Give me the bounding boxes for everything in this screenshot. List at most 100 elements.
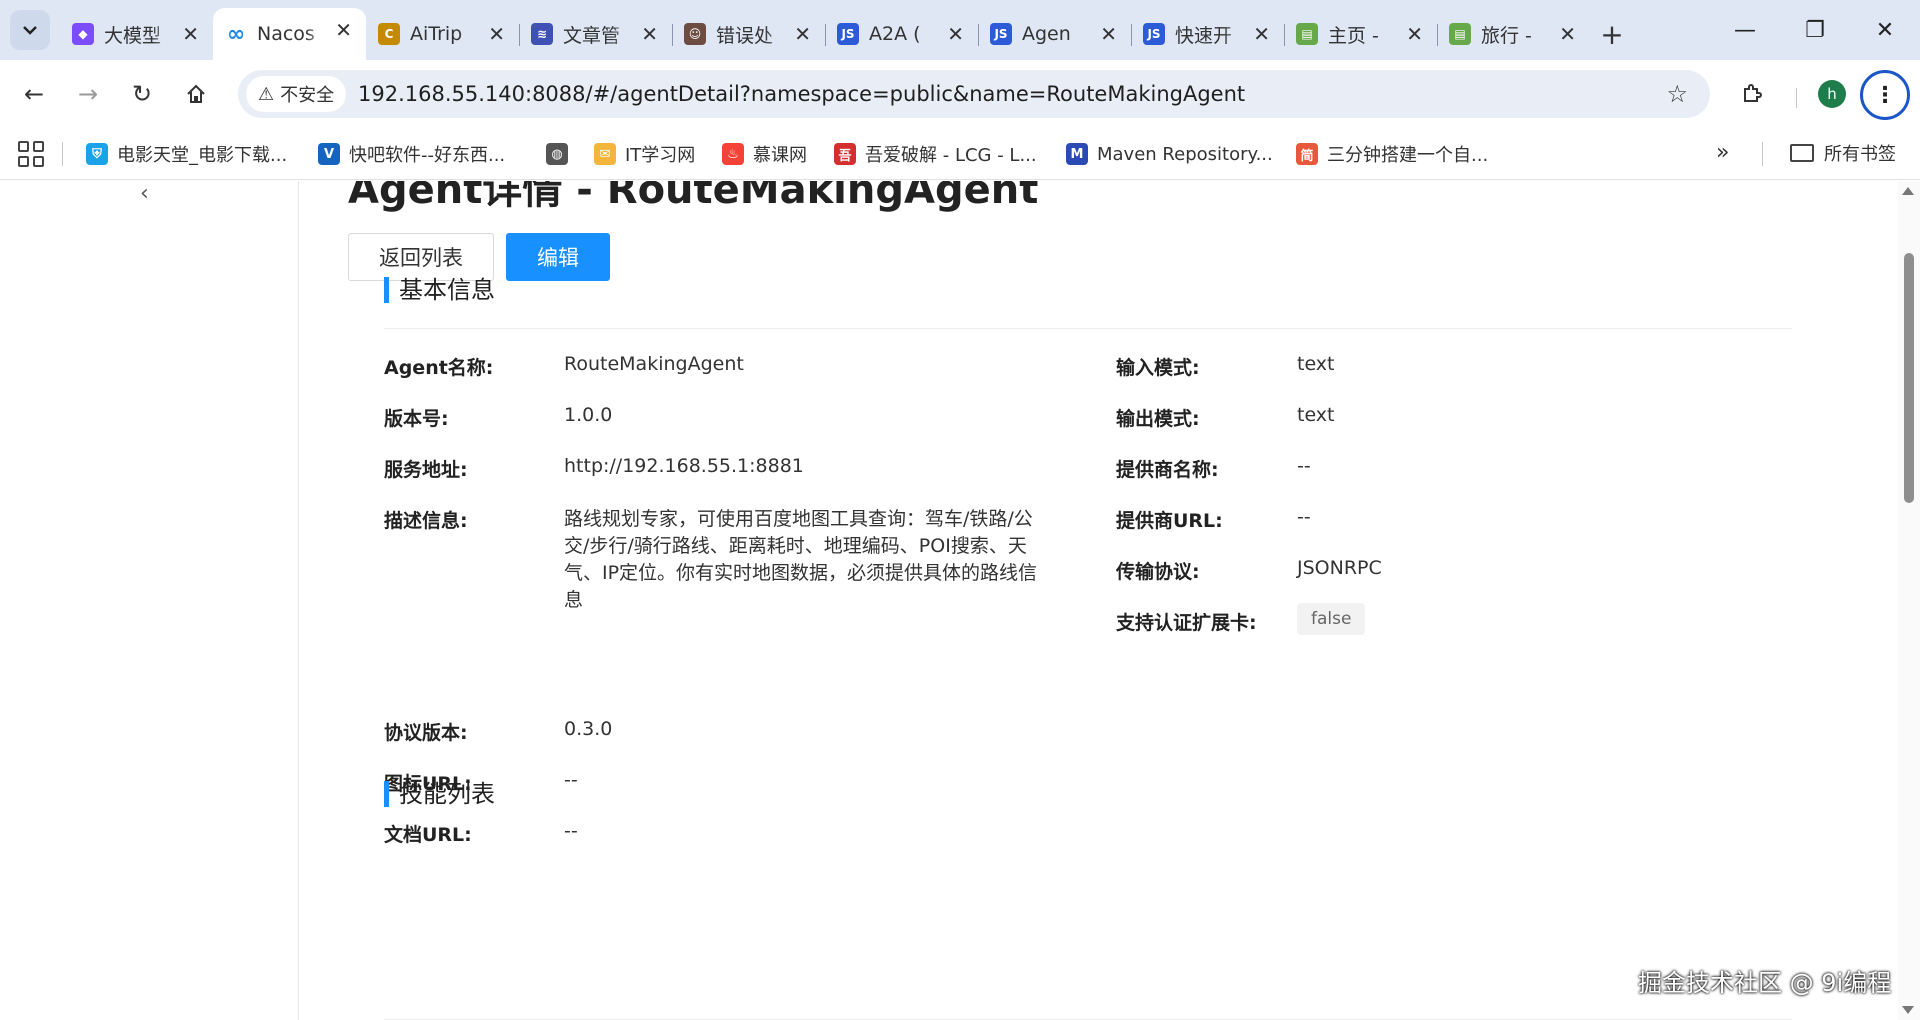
extensions-button[interactable]: [1732, 74, 1772, 114]
bookmark-item[interactable]: 简三分钟搭建一个自...: [1296, 140, 1488, 168]
field-label: 输出模式:: [1116, 408, 1200, 430]
doc-icon: ▤: [1296, 23, 1318, 45]
collapse-sidebar-chevron-icon[interactable]: ‹: [140, 181, 149, 206]
puzzle-icon: [1744, 84, 1762, 102]
scroll-up-arrow-icon[interactable]: [1902, 187, 1914, 195]
close-tab-icon[interactable]: ✕: [1406, 22, 1423, 46]
page-title: Agent详情 - RouteMakingAgent: [348, 181, 1039, 213]
field-value: 0.3.0: [564, 718, 613, 740]
browser-tab[interactable]: ≋ 文章管 ✕: [519, 12, 672, 56]
page-scrollbar[interactable]: [1898, 181, 1920, 1020]
bookmark-item[interactable]: V 快吧软件--好东西...: [318, 140, 505, 168]
all-bookmarks-label: 所有书签: [1824, 144, 1896, 165]
bookmark-item[interactable]: 吾吾爱破解 - LCG - L...: [834, 140, 1037, 168]
close-tab-icon[interactable]: ✕: [1100, 22, 1117, 46]
boolean-tag: false: [1297, 603, 1366, 635]
home-icon: [187, 84, 205, 103]
m-icon: M: [1066, 143, 1088, 165]
bookmark-item[interactable]: ⛨ 电影天堂_电影下载...: [86, 140, 287, 168]
close-tab-icon[interactable]: ✕: [182, 22, 199, 46]
close-tab-icon[interactable]: ✕: [488, 22, 505, 46]
close-tab-icon[interactable]: ✕: [335, 18, 352, 42]
section-title-skills: 技能列表: [384, 781, 495, 807]
profile-avatar[interactable]: h: [1818, 80, 1846, 108]
v-icon: V: [318, 143, 340, 165]
tab-title: 快速开: [1175, 24, 1233, 47]
tab-search-button[interactable]: [10, 10, 50, 50]
bookmarks-separator: [1762, 142, 1763, 166]
chevron-down-icon: [23, 26, 37, 35]
apps-grid-icon[interactable]: [18, 141, 44, 167]
scroll-down-arrow-icon[interactable]: [1902, 1006, 1914, 1014]
bookmark-label: 三分钟搭建一个自...: [1327, 145, 1489, 166]
url-text[interactable]: 192.168.55.140:8088/#/agentDetail?namesp…: [358, 82, 1245, 106]
field-label: 输入模式:: [1116, 357, 1200, 379]
bookmark-label: 吾爱破解 - LCG - L...: [865, 145, 1037, 166]
browser-tab[interactable]: JS A2A (✕: [825, 12, 978, 56]
restore-button[interactable]: ❐: [1780, 0, 1850, 60]
close-tab-icon[interactable]: ✕: [1253, 22, 1270, 46]
browser-tab[interactable]: JS Agen ✕: [978, 12, 1131, 56]
browser-tab[interactable]: JS 快速开 ✕: [1131, 12, 1284, 56]
field-label: 描述信息:: [384, 510, 468, 532]
bookmark-item[interactable]: ◍: [546, 140, 577, 168]
field-value: 路线规划专家，可使用百度地图工具查询：驾车/铁路/公交/步行/骑行路线、距离耗时…: [564, 508, 1038, 611]
back-button[interactable]: ←: [14, 74, 54, 114]
tab-title: 大模型: [104, 24, 162, 47]
minimize-button[interactable]: —: [1710, 0, 1780, 60]
close-tab-icon[interactable]: ✕: [1559, 22, 1576, 46]
more-bookmarks-chevron-icon[interactable]: »: [1716, 140, 1729, 165]
field-label: 文档URL:: [384, 824, 472, 846]
bookmark-item[interactable]: M Maven Repository...: [1066, 140, 1273, 168]
field-label: 协议版本:: [384, 722, 468, 744]
browser-tab[interactable]: ▤ 旅行 - ✕: [1437, 12, 1590, 56]
seal-icon: 吾: [834, 143, 856, 165]
browser-tab[interactable]: C AiTrip ✕: [366, 12, 519, 56]
bookmark-star-icon[interactable]: ☆: [1666, 80, 1688, 108]
js-icon: JS: [1143, 23, 1165, 45]
browser-tab[interactable]: ◆ 大模型 ✕: [60, 12, 213, 56]
tab-title: 错误处: [716, 24, 774, 47]
site-security-chip[interactable]: ⚠ 不安全: [246, 76, 347, 112]
bookmark-label: 电影天堂_电影下载...: [117, 145, 288, 166]
reload-button[interactable]: ↻: [122, 74, 162, 114]
browser-menu-button[interactable]: ⋮: [1860, 70, 1910, 120]
sidebar: ‹: [0, 181, 299, 1020]
field-value: --: [1297, 455, 1311, 477]
folder-icon: [1790, 144, 1814, 162]
edit-button[interactable]: 编辑: [506, 233, 610, 281]
back-to-list-button[interactable]: 返回列表: [348, 233, 494, 281]
section-title-basic-info: 基本信息: [384, 277, 495, 303]
all-bookmarks-button[interactable]: 所有书签: [1790, 140, 1896, 166]
tab-list: ◆ 大模型 ✕ ∞ Nacos ✕ C AiTrip ✕ ≋ 文章管 ✕ ☺ 错误处 ✕ JS A2A (✕ JS…: [60, 8, 1634, 60]
tab-title: A2A (: [869, 23, 921, 45]
field-label: 传输协议:: [1116, 561, 1200, 583]
envelope-icon: ✉: [594, 143, 616, 165]
bookmark-item[interactable]: ♨ 慕课网: [722, 140, 807, 168]
forward-button[interactable]: →: [68, 74, 108, 114]
bookmark-label: IT学习网: [625, 145, 696, 166]
arrow-left-icon: ←: [23, 80, 45, 108]
close-tab-icon[interactable]: ✕: [794, 22, 811, 46]
close-window-button[interactable]: ✕: [1850, 0, 1920, 60]
security-label: 不安全: [280, 85, 335, 106]
close-tab-icon[interactable]: ✕: [947, 22, 964, 46]
bookmark-label: 快吧软件--好东西...: [349, 145, 506, 166]
jian-icon: 简: [1296, 143, 1318, 165]
field-value: text: [1297, 353, 1335, 375]
field-value: --: [564, 820, 578, 842]
infinity-icon: ∞: [226, 21, 246, 47]
browser-tab[interactable]: ▤ 主页 - ✕: [1284, 12, 1437, 56]
browser-tab[interactable]: ☺ 错误处 ✕: [672, 12, 825, 56]
home-button[interactable]: [176, 74, 216, 114]
field-label: 支持认证扩展卡:: [1116, 612, 1257, 634]
address-bar[interactable]: ⚠ 不安全 192.168.55.140:8088/#/agentDetail?…: [238, 70, 1710, 118]
scrollbar-thumb[interactable]: [1904, 253, 1914, 503]
bookmarks-separator: [62, 142, 63, 166]
close-tab-icon[interactable]: ✕: [641, 22, 658, 46]
field-value: --: [564, 769, 578, 791]
browser-tab-strip: ◆ 大模型 ✕ ∞ Nacos ✕ C AiTrip ✕ ≋ 文章管 ✕ ☺ 错误处 ✕ JS A2A (✕ JS…: [0, 0, 1920, 60]
new-tab-button[interactable]: +: [1590, 12, 1634, 56]
bookmark-item[interactable]: ✉ IT学习网: [594, 140, 695, 168]
browser-tab[interactable]: ∞ Nacos ✕: [213, 8, 366, 60]
